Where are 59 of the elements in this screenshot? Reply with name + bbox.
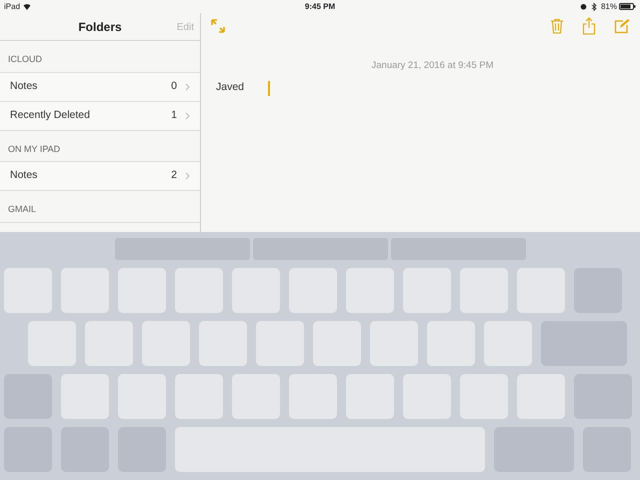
sidebar-title: Folders (78, 18, 122, 36)
trash-icon[interactable] (550, 18, 564, 34)
keyboard-key[interactable] (232, 374, 280, 419)
note-text: Javed (216, 80, 244, 96)
clock-time: 9:45 PM (304, 0, 336, 12)
keyboard-key[interactable] (427, 321, 475, 366)
keyboard-key[interactable] (403, 268, 451, 313)
folder-name: Notes (10, 78, 38, 94)
compose-icon[interactable] (614, 18, 630, 34)
section-header: GMAIL (8, 204, 36, 214)
battery-icon (619, 3, 636, 10)
folder-row[interactable]: Notes 0 (0, 72, 200, 102)
section-header: ICLOUD (8, 54, 42, 64)
keyboard-key[interactable] (4, 268, 52, 313)
keyboard-key[interactable] (175, 268, 223, 313)
keyboard-key[interactable] (484, 321, 532, 366)
folder-row[interactable]: Notes 2 (0, 162, 200, 191)
alarm-icon (580, 3, 587, 10)
chevron-icon (185, 112, 190, 120)
folder-name: Notes (10, 168, 38, 184)
keyboard-key[interactable] (61, 268, 109, 313)
space-key[interactable] (175, 427, 485, 472)
folder-count: 1 (171, 108, 177, 123)
keyboard-key[interactable] (460, 374, 508, 419)
keyboard-key[interactable] (289, 374, 337, 419)
folder-name: Recently Deleted (10, 108, 90, 123)
keyboard-key[interactable] (199, 321, 247, 366)
keyboard-key[interactable] (313, 321, 361, 366)
keyboard-key[interactable] (370, 321, 418, 366)
keyboard-key[interactable] (142, 321, 190, 366)
battery-percentage: 81% (600, 0, 617, 12)
keyboard-key[interactable] (517, 268, 565, 313)
keyboard-key[interactable] (61, 374, 109, 419)
chevron-icon (185, 82, 190, 90)
keyboard-key[interactable] (175, 374, 223, 419)
keyboard-key[interactable] (289, 268, 337, 313)
folder-row[interactable]: Recently Deleted 1 (0, 102, 200, 130)
note-date: January 21, 2016 at 9:45 PM (370, 59, 494, 73)
keyboard-key[interactable] (460, 268, 508, 313)
folder-count: 0 (171, 78, 177, 94)
text-cursor (268, 80, 270, 96)
keyboard-key[interactable] (118, 374, 166, 419)
share-icon[interactable] (582, 17, 596, 35)
keyboard-key[interactable] (232, 268, 280, 313)
keyboard-key[interactable] (28, 321, 76, 366)
chevron-icon (185, 172, 190, 180)
keyboard-key[interactable] (256, 321, 304, 366)
expand-icon[interactable] (211, 19, 225, 33)
keyboard-key[interactable] (403, 374, 451, 419)
keyboard-key[interactable] (517, 374, 565, 419)
folder-count: 2 (171, 168, 177, 184)
wifi-icon (23, 3, 32, 10)
keyboard-key[interactable] (346, 374, 394, 419)
keyboard-key[interactable] (346, 268, 394, 313)
keyboard-key[interactable] (118, 268, 166, 313)
section-header: ON MY IPAD (8, 144, 60, 154)
bluetooth-icon (590, 2, 597, 10)
keyboard-key[interactable] (85, 321, 133, 366)
device-name: iPad (4, 0, 20, 12)
